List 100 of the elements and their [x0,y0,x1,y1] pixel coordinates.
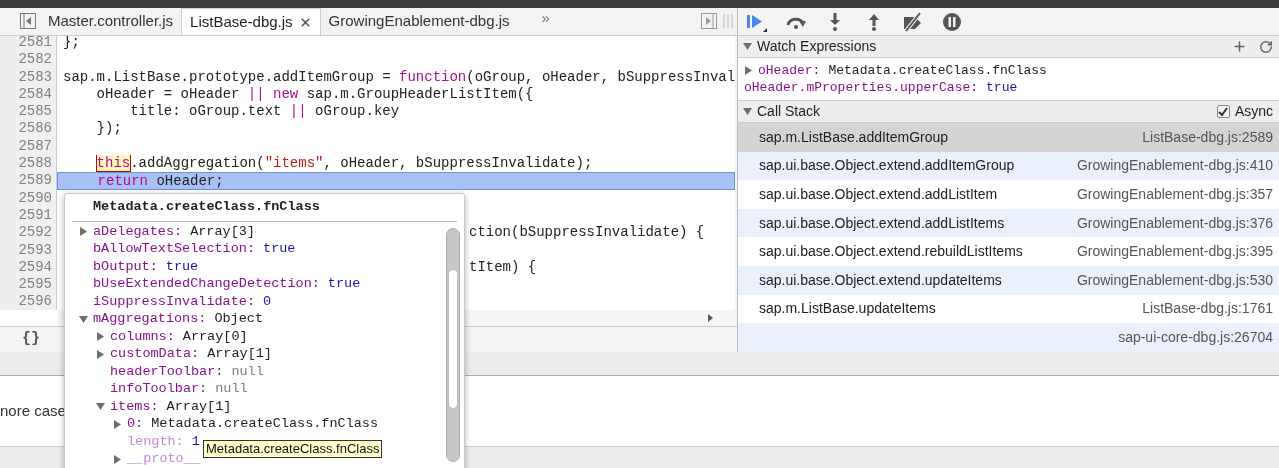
line-number[interactable]: 2596 [15,293,57,310]
watch-value: true [986,78,1018,97]
property-name: 0: [127,415,144,434]
property-name: mAggregations: [93,310,207,329]
section-title: Call Stack [757,102,821,121]
section-header[interactable]: Call Stack Async [738,100,1279,123]
function-name: sap.m.ListBase.updateItems [759,299,936,319]
line-number[interactable]: 2585 [15,103,57,121]
expanded-triangle-icon[interactable] [79,314,88,324]
property-value: 1 [191,432,200,451]
collapsed-triangle-icon[interactable] [113,419,122,429]
overflow-chevron[interactable]: » [541,6,550,29]
code-line: title: oGroup.text || oGroup.key [129,103,400,120]
property-name: items: [110,397,159,416]
code-line: this.addAggregation("items", oHeader, bSuppressInvalidate); [95,155,593,172]
code-line: sap.m.ListBase.prototype.addItemGroup = function(oGroup, oHeader, bSuppressInval [63,68,736,85]
console-text: nore case [0,400,66,421]
line-number[interactable]: 2589 [15,172,57,190]
collapsed-triangle-icon[interactable] [744,66,753,75]
line-number[interactable]: 2582 [15,51,57,69]
popover-scrollbar[interactable] [446,228,460,462]
property-name: bAllowTextSelection: [93,240,256,259]
expanded-triangle-icon[interactable] [743,107,752,116]
code-line: return oHeader; [96,173,224,189]
line-number[interactable]: 2586 [15,120,57,138]
call-frame[interactable]: sap.ui.base.Object.extend.updateItems GrowingEnablement-dbg.js:530 [738,265,1279,295]
source-location[interactable]: GrowingEnablement-dbg.js:410 [1076,155,1273,177]
property-name: infoToolbar: [110,380,208,399]
collapsed-triangle-icon[interactable] [96,332,105,342]
property-name: bUseExtendedChangeDetection: [93,275,320,294]
call-frame[interactable]: sap.ui.base.Object.extend.addListItems GrowingEnablement-dbg.js:376 [738,208,1279,238]
property-name: iSuppressInvalidate: [93,292,256,311]
function-name: sap.m.ListBase.addItemGroup [759,127,949,147]
function-name: sap.ui.base.Object.extend.addListItem [759,185,998,204]
section-header[interactable]: Watch Expressions [738,36,1279,58]
watch-expression: oHeader: [758,61,821,80]
source-location[interactable]: GrowingEnablement-dbg.js:530 [1076,269,1273,291]
call-frame[interactable]: sap.ui.base.Object.extend.addItemGroup GrowingEnablement-dbg.js:410 [738,151,1279,181]
function-name: sap.ui.base.Object.extend.addListItems [759,213,1005,233]
property-name: length: [127,432,184,451]
source-location[interactable]: GrowingEnablement-dbg.js:376 [1076,212,1273,234]
section-title: Watch Expressions [757,37,877,56]
property-name: aDelegates: [93,222,183,241]
source-location[interactable]: GrowingEnablement-dbg.js:395 [1076,241,1273,263]
code-line: oHeader = oHeader || new sap.m.GroupHeaderListItem({ [95,85,534,102]
scroll-right-icon[interactable] [708,314,713,322]
call-frame[interactable]: sap.m.ListBase.addItemGroup ListBase-dbg.js:2589 [738,123,1279,152]
source-location[interactable]: GrowingEnablement-dbg.js:357 [1076,184,1273,205]
property-value: true [263,240,296,259]
watch-value: Metadata.createClass.fnClass [828,61,1047,80]
add-icon[interactable] [1232,39,1247,54]
collapsed-triangle-icon[interactable] [113,454,122,464]
async-checkbox[interactable] [1216,105,1230,118]
property-value: Array[1] [166,397,232,416]
call-frame[interactable]: sap-ui-core-dbg.js:26704 [738,323,1279,352]
line-number[interactable]: 2588 [15,155,57,173]
expanded-triangle-icon[interactable] [96,402,105,412]
property-name: columns: [110,327,175,346]
pretty-print-button[interactable]: {} [22,328,40,351]
collapsed-triangle-icon[interactable] [96,349,105,359]
property-name: __proto__ [127,450,200,468]
property-value: Object [214,310,264,329]
line-number[interactable]: 2592 [15,224,57,242]
code-line: ction(bSuppressInvalidate) { [469,224,705,241]
property-value: null [215,380,248,399]
debugger-toggle-icon[interactable] [701,13,717,29]
property-name: customData: [110,345,200,364]
expanded-triangle-icon[interactable] [743,42,752,51]
tooltip: Metadata.createClass.fnClass [203,440,383,458]
source-location[interactable]: sap-ui-core-dbg.js:26704 [1118,326,1273,348]
file-tab[interactable]: ListBase-dbg.js [181,8,321,35]
function-name: sap.ui.base.Object.extend.updateItems [759,270,1002,290]
sidebar-toggle-icon[interactable] [20,13,36,29]
file-tab[interactable]: Master.controller.js [40,8,182,35]
property-name: headerToolbar: [110,362,224,381]
popover-title: Metadata.createClass.fnClass [93,198,320,217]
line-number[interactable]: 2581 [15,36,57,52]
source-location[interactable]: ListBase-dbg.js:2589 [1142,126,1273,148]
function-name: sap.ui.base.Object.extend.addItemGroup [759,156,1015,176]
line-number[interactable]: 2595 [15,276,57,294]
property-value: Array[0] [182,327,248,346]
property-value: Array[3] [190,222,255,241]
code-line: }; [63,36,80,50]
async-label: Async [1234,102,1273,121]
drag-handle-icon[interactable] [723,14,733,28]
property-value: null [231,362,264,381]
source-location[interactable]: ListBase-dbg.js:1761 [1142,298,1273,320]
pause-icon[interactable] [941,11,963,32]
watch-expression: oHeader.mProperties.upperCase: [744,78,979,97]
deactivate-breakpoints-icon[interactable] [902,11,924,32]
code-line: }); [95,120,122,137]
collapsed-triangle-icon[interactable] [79,227,88,237]
code-line: tItem) { [469,258,537,275]
refresh-icon[interactable] [1259,39,1273,54]
property-value: true [165,257,199,276]
property-name: bOutput: [93,257,158,276]
function-name: sap.ui.base.Object.extend.rebuildListItems [759,242,1023,262]
close-icon[interactable] [298,15,312,29]
property-value: Metadata.createClass.fnClass [151,415,379,434]
file-tab[interactable]: GrowingEnablement-dbg.js [320,8,518,35]
